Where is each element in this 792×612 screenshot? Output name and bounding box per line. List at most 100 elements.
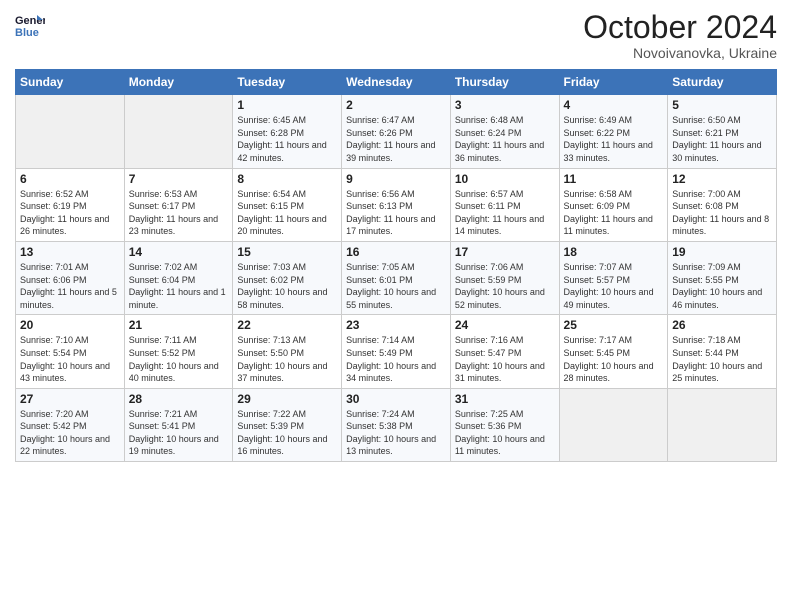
day-number: 8	[237, 172, 337, 186]
day-number: 21	[129, 318, 229, 332]
table-row: 11 Sunrise: 6:58 AM Sunset: 6:09 PM Dayli…	[559, 168, 668, 241]
day-number: 5	[672, 98, 772, 112]
table-row: 13 Sunrise: 7:01 AM Sunset: 6:06 PM Dayli…	[16, 241, 125, 314]
table-row: 10 Sunrise: 6:57 AM Sunset: 6:11 PM Dayli…	[450, 168, 559, 241]
day-number: 11	[564, 172, 664, 186]
day-info: Sunrise: 7:22 AM Sunset: 5:39 PM Dayligh…	[237, 408, 337, 458]
day-info: Sunrise: 7:01 AM Sunset: 6:06 PM Dayligh…	[20, 261, 120, 311]
location: Novoivanovka, Ukraine	[583, 45, 777, 61]
day-number: 17	[455, 245, 555, 259]
day-info: Sunrise: 6:53 AM Sunset: 6:17 PM Dayligh…	[129, 188, 229, 238]
day-number: 23	[346, 318, 446, 332]
day-info: Sunrise: 6:57 AM Sunset: 6:11 PM Dayligh…	[455, 188, 555, 238]
day-info: Sunrise: 6:47 AM Sunset: 6:26 PM Dayligh…	[346, 114, 446, 164]
table-row: 23 Sunrise: 7:14 AM Sunset: 5:49 PM Dayli…	[342, 315, 451, 388]
day-info: Sunrise: 7:24 AM Sunset: 5:38 PM Dayligh…	[346, 408, 446, 458]
table-row	[559, 388, 668, 461]
day-info: Sunrise: 7:06 AM Sunset: 5:59 PM Dayligh…	[455, 261, 555, 311]
table-row: 26 Sunrise: 7:18 AM Sunset: 5:44 PM Dayli…	[668, 315, 777, 388]
day-info: Sunrise: 7:09 AM Sunset: 5:55 PM Dayligh…	[672, 261, 772, 311]
calendar-week-row: 20 Sunrise: 7:10 AM Sunset: 5:54 PM Dayli…	[16, 315, 777, 388]
table-row: 21 Sunrise: 7:11 AM Sunset: 5:52 PM Dayli…	[124, 315, 233, 388]
day-number: 10	[455, 172, 555, 186]
table-row: 17 Sunrise: 7:06 AM Sunset: 5:59 PM Dayli…	[450, 241, 559, 314]
calendar-week-row: 1 Sunrise: 6:45 AM Sunset: 6:28 PM Daylig…	[16, 95, 777, 168]
day-number: 20	[20, 318, 120, 332]
day-info: Sunrise: 7:18 AM Sunset: 5:44 PM Dayligh…	[672, 334, 772, 384]
day-info: Sunrise: 7:05 AM Sunset: 6:01 PM Dayligh…	[346, 261, 446, 311]
day-info: Sunrise: 7:14 AM Sunset: 5:49 PM Dayligh…	[346, 334, 446, 384]
col-wednesday: Wednesday	[342, 70, 451, 95]
day-info: Sunrise: 7:11 AM Sunset: 5:52 PM Dayligh…	[129, 334, 229, 384]
table-row: 20 Sunrise: 7:10 AM Sunset: 5:54 PM Dayli…	[16, 315, 125, 388]
day-number: 14	[129, 245, 229, 259]
table-row: 5 Sunrise: 6:50 AM Sunset: 6:21 PM Daylig…	[668, 95, 777, 168]
table-row: 16Sunrise: 7:05 AM Sunset: 6:01 PM Dayli…	[342, 241, 451, 314]
day-info: Sunrise: 7:10 AM Sunset: 5:54 PM Dayligh…	[20, 334, 120, 384]
day-info: Sunrise: 6:54 AM Sunset: 6:15 PM Dayligh…	[237, 188, 337, 238]
logo: General Blue	[15, 10, 45, 40]
calendar-week-row: 27 Sunrise: 7:20 AM Sunset: 5:42 PM Dayli…	[16, 388, 777, 461]
table-row: 25 Sunrise: 7:17 AM Sunset: 5:45 PM Dayli…	[559, 315, 668, 388]
page: General Blue October 2024 Novoivanovka, …	[0, 0, 792, 612]
col-friday: Friday	[559, 70, 668, 95]
col-thursday: Thursday	[450, 70, 559, 95]
day-info: Sunrise: 7:25 AM Sunset: 5:36 PM Dayligh…	[455, 408, 555, 458]
day-number: 28	[129, 392, 229, 406]
day-info: Sunrise: 7:20 AM Sunset: 5:42 PM Dayligh…	[20, 408, 120, 458]
table-row	[124, 95, 233, 168]
table-row: 4 Sunrise: 6:49 AM Sunset: 6:22 PM Daylig…	[559, 95, 668, 168]
day-info: Sunrise: 6:49 AM Sunset: 6:22 PM Dayligh…	[564, 114, 664, 164]
day-number: 12	[672, 172, 772, 186]
col-tuesday: Tuesday	[233, 70, 342, 95]
day-number: 31	[455, 392, 555, 406]
day-info: Sunrise: 6:45 AM Sunset: 6:28 PM Dayligh…	[237, 114, 337, 164]
day-info: Sunrise: 6:50 AM Sunset: 6:21 PM Dayligh…	[672, 114, 772, 164]
day-number: 15	[237, 245, 337, 259]
header: General Blue October 2024 Novoivanovka, …	[15, 10, 777, 61]
day-info: Sunrise: 7:16 AM Sunset: 5:47 PM Dayligh…	[455, 334, 555, 384]
day-number: 4	[564, 98, 664, 112]
day-number: 1	[237, 98, 337, 112]
col-saturday: Saturday	[668, 70, 777, 95]
day-number: 18	[564, 245, 664, 259]
day-info: Sunrise: 7:21 AM Sunset: 5:41 PM Dayligh…	[129, 408, 229, 458]
table-row	[668, 388, 777, 461]
table-row: 3Sunrise: 6:48 AM Sunset: 6:24 PM Daylig…	[450, 95, 559, 168]
table-row: 12Sunrise: 7:00 AM Sunset: 6:08 PM Dayli…	[668, 168, 777, 241]
table-row: 2Sunrise: 6:47 AM Sunset: 6:26 PM Daylig…	[342, 95, 451, 168]
day-number: 24	[455, 318, 555, 332]
table-row: 27 Sunrise: 7:20 AM Sunset: 5:42 PM Dayli…	[16, 388, 125, 461]
day-number: 22	[237, 318, 337, 332]
calendar-week-row: 6 Sunrise: 6:52 AM Sunset: 6:19 PM Daylig…	[16, 168, 777, 241]
calendar-header-row: Sunday Monday Tuesday Wednesday Thursday…	[16, 70, 777, 95]
col-monday: Monday	[124, 70, 233, 95]
day-number: 27	[20, 392, 120, 406]
table-row: 31 Sunrise: 7:25 AM Sunset: 5:36 PM Dayli…	[450, 388, 559, 461]
day-number: 25	[564, 318, 664, 332]
col-sunday: Sunday	[16, 70, 125, 95]
day-info: Sunrise: 6:56 AM Sunset: 6:13 PM Dayligh…	[346, 188, 446, 238]
day-number: 7	[129, 172, 229, 186]
table-row: 7 Sunrise: 6:53 AM Sunset: 6:17 PM Daylig…	[124, 168, 233, 241]
logo-icon: General Blue	[15, 10, 45, 40]
day-number: 19	[672, 245, 772, 259]
day-info: Sunrise: 6:48 AM Sunset: 6:24 PM Dayligh…	[455, 114, 555, 164]
table-row: 19 Sunrise: 7:09 AM Sunset: 5:55 PM Dayli…	[668, 241, 777, 314]
table-row: 30Sunrise: 7:24 AM Sunset: 5:38 PM Dayli…	[342, 388, 451, 461]
day-info: Sunrise: 6:52 AM Sunset: 6:19 PM Dayligh…	[20, 188, 120, 238]
svg-text:General: General	[15, 15, 45, 27]
table-row	[16, 95, 125, 168]
calendar-week-row: 13 Sunrise: 7:01 AM Sunset: 6:06 PM Dayli…	[16, 241, 777, 314]
day-info: Sunrise: 7:17 AM Sunset: 5:45 PM Dayligh…	[564, 334, 664, 384]
day-info: Sunrise: 6:58 AM Sunset: 6:09 PM Dayligh…	[564, 188, 664, 238]
table-row: 6 Sunrise: 6:52 AM Sunset: 6:19 PM Daylig…	[16, 168, 125, 241]
day-number: 6	[20, 172, 120, 186]
day-number: 26	[672, 318, 772, 332]
table-row: 15Sunrise: 7:03 AM Sunset: 6:02 PM Dayli…	[233, 241, 342, 314]
svg-text:Blue: Blue	[15, 27, 39, 39]
table-row: 24 Sunrise: 7:16 AM Sunset: 5:47 PM Dayli…	[450, 315, 559, 388]
table-row: 18Sunrise: 7:07 AM Sunset: 5:57 PM Dayli…	[559, 241, 668, 314]
table-row: 29Sunrise: 7:22 AM Sunset: 5:39 PM Dayli…	[233, 388, 342, 461]
day-number: 13	[20, 245, 120, 259]
